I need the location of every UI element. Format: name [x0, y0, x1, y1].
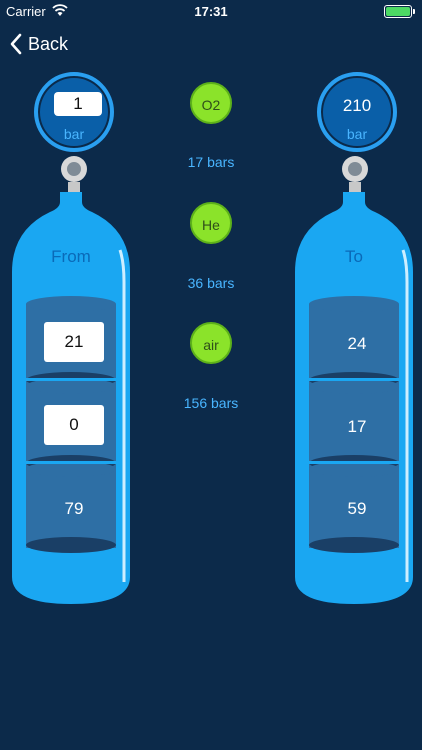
to-n2-value: 59: [347, 499, 367, 518]
from-pressure-input[interactable]: 1: [54, 92, 102, 116]
back-label: Back: [28, 33, 69, 54]
from-n2-value: 79: [64, 499, 84, 518]
from-tank-title: From: [51, 247, 91, 266]
from-o2-input[interactable]: 21: [44, 322, 104, 362]
from-valve: [61, 156, 87, 182]
gas-air-bars: 156 bars: [183, 395, 239, 411]
clock: 17:31: [194, 4, 228, 19]
from-pressure-gauge: 1 bar: [34, 72, 114, 152]
gas-o2-bars: 17 bars: [187, 154, 235, 170]
back-button[interactable]: Back: [10, 30, 68, 58]
from-he-input[interactable]: 0: [44, 405, 104, 445]
to-o2-value: 24: [347, 334, 367, 353]
chevron-left-icon: [10, 33, 22, 55]
to-pressure-unit: bar: [346, 126, 368, 142]
from-pressure-unit: bar: [63, 126, 85, 142]
status-bar: Carrier 17:31: [0, 0, 422, 22]
to-tank: To 24 17 59: [295, 192, 413, 604]
to-pressure-gauge: 210 bar: [317, 72, 397, 152]
gas-he-button[interactable]: He: [190, 202, 232, 244]
gas-he-bars: 36 bars: [187, 275, 235, 291]
to-pressure-value: 210: [342, 96, 372, 115]
gas-air-button[interactable]: air: [190, 322, 232, 364]
from-tank: From 21 0 79: [12, 192, 130, 604]
to-valve: [342, 156, 368, 182]
to-he-value: 17: [347, 417, 367, 436]
gas-o2-button[interactable]: O2: [190, 82, 232, 124]
battery-icon: [384, 5, 415, 18]
to-tank-title: To: [345, 247, 363, 266]
